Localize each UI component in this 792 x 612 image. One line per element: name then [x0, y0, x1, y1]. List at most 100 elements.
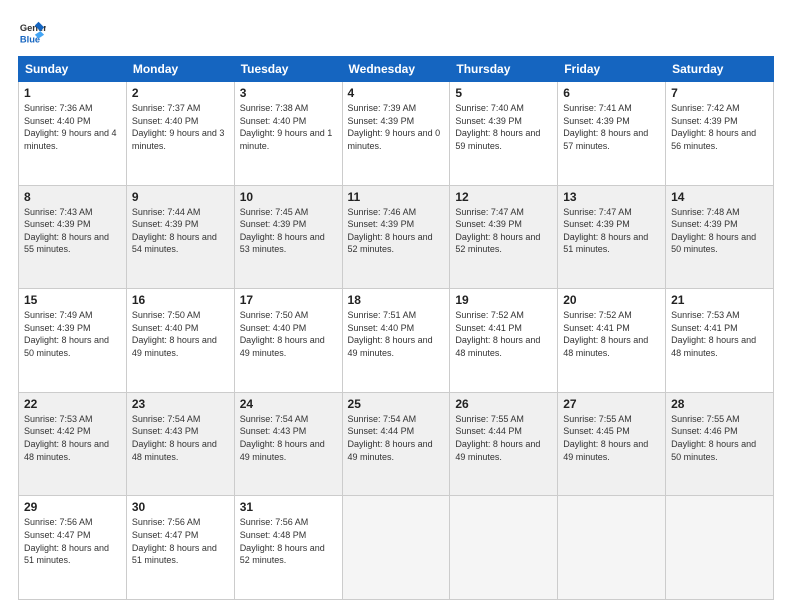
cell-info: Sunrise: 7:44 AMSunset: 4:39 PMDaylight:…: [132, 207, 217, 255]
calendar-cell: 17 Sunrise: 7:50 AMSunset: 4:40 PMDayligh…: [234, 289, 342, 393]
cell-info: Sunrise: 7:50 AMSunset: 4:40 PMDaylight:…: [240, 310, 325, 358]
calendar-header-cell: Friday: [558, 57, 666, 82]
day-number: 12: [455, 190, 552, 204]
calendar-cell: 12 Sunrise: 7:47 AMSunset: 4:39 PMDayligh…: [450, 185, 558, 289]
cell-info: Sunrise: 7:43 AMSunset: 4:39 PMDaylight:…: [24, 207, 109, 255]
day-number: 24: [240, 397, 337, 411]
calendar-cell: 18Sunrise: 7:51 AMSunset: 4:40 PMDayligh…: [342, 289, 450, 393]
day-number: 11: [348, 190, 445, 204]
cell-info: Sunrise: 7:41 AMSunset: 4:39 PMDaylight:…: [563, 103, 648, 151]
cell-info: Sunrise: 7:38 AMSunset: 4:40 PMDaylight:…: [240, 103, 333, 151]
calendar-cell: 27 Sunrise: 7:55 AMSunset: 4:45 PMDayligh…: [558, 392, 666, 496]
cell-info: Sunrise: 7:49 AMSunset: 4:39 PMDaylight:…: [24, 310, 109, 358]
day-number: 28: [671, 397, 768, 411]
day-number: 31: [240, 500, 337, 514]
calendar-header-cell: Tuesday: [234, 57, 342, 82]
day-number: 2: [132, 86, 229, 100]
calendar-cell: 30Sunrise: 7:56 AMSunset: 4:47 PMDayligh…: [126, 496, 234, 600]
calendar-cell: 28 Sunrise: 7:55 AMSunset: 4:46 PMDayligh…: [666, 392, 774, 496]
calendar-week-row: 15 Sunrise: 7:49 AMSunset: 4:39 PMDayligh…: [19, 289, 774, 393]
calendar-cell: 7Sunrise: 7:42 AMSunset: 4:39 PMDaylight…: [666, 82, 774, 186]
calendar-cell: 3 Sunrise: 7:38 AMSunset: 4:40 PMDaylight…: [234, 82, 342, 186]
calendar-cell: 4 Sunrise: 7:39 AMSunset: 4:39 PMDaylight…: [342, 82, 450, 186]
day-number: 3: [240, 86, 337, 100]
day-number: 30: [132, 500, 229, 514]
cell-info: Sunrise: 7:53 AMSunset: 4:41 PMDaylight:…: [671, 310, 756, 358]
calendar-cell: [450, 496, 558, 600]
calendar-week-row: 29 Sunrise: 7:56 AMSunset: 4:47 PMDayligh…: [19, 496, 774, 600]
header: General Blue: [18, 18, 774, 46]
calendar-week-row: 1 Sunrise: 7:36 AMSunset: 4:40 PMDaylight…: [19, 82, 774, 186]
calendar-table: SundayMondayTuesdayWednesdayThursdayFrid…: [18, 56, 774, 600]
calendar-week-row: 22Sunrise: 7:53 AMSunset: 4:42 PMDayligh…: [19, 392, 774, 496]
cell-info: Sunrise: 7:54 AMSunset: 4:43 PMDaylight:…: [132, 414, 217, 462]
day-number: 18: [348, 293, 445, 307]
cell-info: Sunrise: 7:47 AMSunset: 4:39 PMDaylight:…: [455, 207, 540, 255]
cell-info: Sunrise: 7:50 AMSunset: 4:40 PMDaylight:…: [132, 310, 217, 358]
calendar-header-cell: Wednesday: [342, 57, 450, 82]
calendar-cell: 23Sunrise: 7:54 AMSunset: 4:43 PMDayligh…: [126, 392, 234, 496]
day-number: 13: [563, 190, 660, 204]
cell-info: Sunrise: 7:45 AMSunset: 4:39 PMDaylight:…: [240, 207, 325, 255]
calendar-header-cell: Saturday: [666, 57, 774, 82]
day-number: 15: [24, 293, 121, 307]
cell-info: Sunrise: 7:55 AMSunset: 4:45 PMDaylight:…: [563, 414, 648, 462]
day-number: 27: [563, 397, 660, 411]
calendar-cell: 16 Sunrise: 7:50 AMSunset: 4:40 PMDayligh…: [126, 289, 234, 393]
cell-info: Sunrise: 7:48 AMSunset: 4:39 PMDaylight:…: [671, 207, 756, 255]
day-number: 16: [132, 293, 229, 307]
cell-info: Sunrise: 7:46 AMSunset: 4:39 PMDaylight:…: [348, 207, 433, 255]
day-number: 17: [240, 293, 337, 307]
cell-info: Sunrise: 7:56 AMSunset: 4:48 PMDaylight:…: [240, 517, 325, 565]
calendar-header-cell: Sunday: [19, 57, 127, 82]
calendar-header-cell: Monday: [126, 57, 234, 82]
cell-info: Sunrise: 7:52 AMSunset: 4:41 PMDaylight:…: [455, 310, 540, 358]
day-number: 20: [563, 293, 660, 307]
cell-info: Sunrise: 7:54 AMSunset: 4:44 PMDaylight:…: [348, 414, 433, 462]
cell-info: Sunrise: 7:52 AMSunset: 4:41 PMDaylight:…: [563, 310, 648, 358]
calendar-cell: [666, 496, 774, 600]
logo: General Blue: [18, 18, 50, 46]
calendar-cell: 22Sunrise: 7:53 AMSunset: 4:42 PMDayligh…: [19, 392, 127, 496]
calendar-header-row: SundayMondayTuesdayWednesdayThursdayFrid…: [19, 57, 774, 82]
calendar-cell: 21 Sunrise: 7:53 AMSunset: 4:41 PMDayligh…: [666, 289, 774, 393]
calendar-cell: 25 Sunrise: 7:54 AMSunset: 4:44 PMDayligh…: [342, 392, 450, 496]
calendar-cell: [558, 496, 666, 600]
calendar-header-cell: Thursday: [450, 57, 558, 82]
day-number: 9: [132, 190, 229, 204]
cell-info: Sunrise: 7:39 AMSunset: 4:39 PMDaylight:…: [348, 103, 441, 151]
calendar-body: 1 Sunrise: 7:36 AMSunset: 4:40 PMDaylight…: [19, 82, 774, 600]
cell-info: Sunrise: 7:55 AMSunset: 4:46 PMDaylight:…: [671, 414, 756, 462]
logo-icon: General Blue: [18, 18, 46, 46]
calendar-cell: 29 Sunrise: 7:56 AMSunset: 4:47 PMDayligh…: [19, 496, 127, 600]
cell-info: Sunrise: 7:47 AMSunset: 4:39 PMDaylight:…: [563, 207, 648, 255]
day-number: 4: [348, 86, 445, 100]
cell-info: Sunrise: 7:56 AMSunset: 4:47 PMDaylight:…: [24, 517, 109, 565]
day-number: 1: [24, 86, 121, 100]
cell-info: Sunrise: 7:37 AMSunset: 4:40 PMDaylight:…: [132, 103, 225, 151]
cell-info: Sunrise: 7:36 AMSunset: 4:40 PMDaylight:…: [24, 103, 117, 151]
day-number: 25: [348, 397, 445, 411]
day-number: 29: [24, 500, 121, 514]
day-number: 6: [563, 86, 660, 100]
calendar-cell: 31 Sunrise: 7:56 AMSunset: 4:48 PMDayligh…: [234, 496, 342, 600]
calendar-cell: 5 Sunrise: 7:40 AMSunset: 4:39 PMDaylight…: [450, 82, 558, 186]
cell-info: Sunrise: 7:40 AMSunset: 4:39 PMDaylight:…: [455, 103, 540, 151]
calendar-cell: 9 Sunrise: 7:44 AMSunset: 4:39 PMDaylight…: [126, 185, 234, 289]
cell-info: Sunrise: 7:42 AMSunset: 4:39 PMDaylight:…: [671, 103, 756, 151]
calendar-cell: 1 Sunrise: 7:36 AMSunset: 4:40 PMDaylight…: [19, 82, 127, 186]
cell-info: Sunrise: 7:55 AMSunset: 4:44 PMDaylight:…: [455, 414, 540, 462]
calendar-cell: 8 Sunrise: 7:43 AMSunset: 4:39 PMDaylight…: [19, 185, 127, 289]
calendar-cell: 26Sunrise: 7:55 AMSunset: 4:44 PMDayligh…: [450, 392, 558, 496]
day-number: 5: [455, 86, 552, 100]
calendar-cell: 6 Sunrise: 7:41 AMSunset: 4:39 PMDaylight…: [558, 82, 666, 186]
calendar-cell: 20 Sunrise: 7:52 AMSunset: 4:41 PMDayligh…: [558, 289, 666, 393]
day-number: 21: [671, 293, 768, 307]
day-number: 14: [671, 190, 768, 204]
day-number: 8: [24, 190, 121, 204]
calendar-cell: 14 Sunrise: 7:48 AMSunset: 4:39 PMDayligh…: [666, 185, 774, 289]
day-number: 22: [24, 397, 121, 411]
page: General Blue SundayMondayTuesdayWednesda…: [0, 0, 792, 612]
cell-info: Sunrise: 7:54 AMSunset: 4:43 PMDaylight:…: [240, 414, 325, 462]
calendar-cell: [342, 496, 450, 600]
